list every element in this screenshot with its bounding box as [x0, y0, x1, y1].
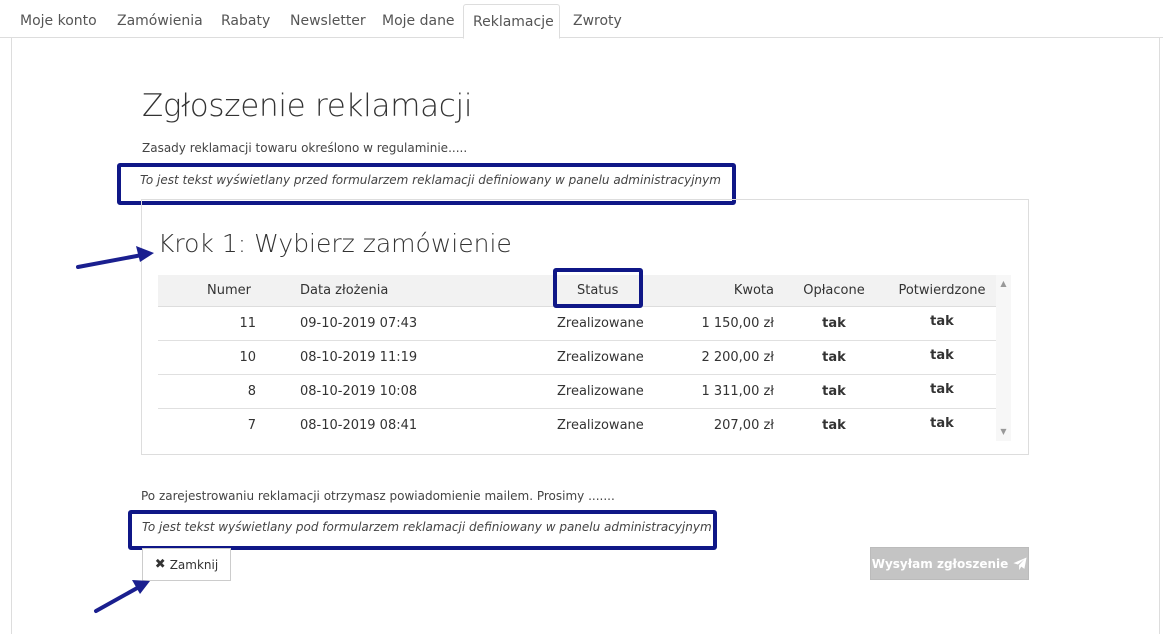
tab-moje-konto[interactable]: Moje konto [11, 4, 106, 38]
annotation-arrow-step [76, 246, 154, 269]
cell-status: Zrealizowane [557, 316, 644, 331]
tab-moje-dane[interactable]: Moje dane [373, 4, 464, 38]
close-button[interactable]: ✖ Zamknij [142, 548, 231, 581]
tab-newsletter[interactable]: Newsletter [281, 4, 375, 38]
header-paid: Opłacone [803, 283, 865, 298]
highlight-box-status [553, 268, 643, 308]
header-number: Numer [207, 283, 251, 298]
page-title: Zgłoszenie reklamacji [142, 88, 473, 124]
tab-zamowienia[interactable]: Zamówienia [108, 4, 212, 38]
scroll-up-icon[interactable]: ▲ [996, 277, 1011, 291]
cell-amount: 1 311,00 zł [701, 384, 774, 399]
close-button-label: Zamknij [169, 557, 219, 572]
send-button-label: Wysyłam zgłoszenie [871, 556, 1009, 571]
annotation-arrow-close [94, 580, 150, 613]
header-date: Data złożenia [300, 283, 389, 298]
after-registration-text: Po zarejestrowaniu reklamacji otrzymasz … [141, 489, 615, 503]
cell-paid: tak [822, 350, 846, 365]
cell-number: 11 [239, 316, 256, 331]
table-row[interactable]: 10 08-10-2019 11:19 Zrealizowane 2 200,0… [158, 341, 996, 375]
cell-confirmed: tak [930, 348, 954, 363]
cell-confirmed: tak [930, 382, 954, 397]
cell-date: 08-10-2019 11:19 [300, 350, 418, 365]
send-complaint-button[interactable]: Wysyłam zgłoszenie [870, 547, 1029, 580]
cell-amount: 207,00 zł [713, 418, 774, 433]
cell-amount: 1 150,00 zł [701, 316, 774, 331]
cell-paid: tak [822, 384, 846, 399]
cell-status: Zrealizowane [557, 384, 644, 399]
cell-confirmed: tak [930, 416, 954, 431]
scroll-down-icon[interactable]: ▼ [996, 425, 1011, 439]
cell-amount: 2 200,00 zł [701, 350, 774, 365]
table-row[interactable]: 11 09-10-2019 07:43 Zrealizowane 1 150,0… [158, 307, 996, 341]
paper-plane-icon [1013, 556, 1027, 570]
cell-number: 8 [247, 384, 256, 399]
tab-reklamacje[interactable]: Reklamacje [463, 4, 560, 39]
cell-paid: tak [822, 316, 846, 331]
header-confirmed: Potwierdzone [898, 283, 986, 298]
cell-confirmed: tak [930, 314, 954, 329]
tab-zwroty[interactable]: Zwroty [564, 4, 631, 38]
cell-number: 10 [239, 350, 256, 365]
cell-status: Zrealizowane [557, 418, 644, 433]
account-tabs: Moje konto Zamówienia Rabaty Newsletter … [0, 0, 1163, 39]
cell-number: 7 [247, 418, 256, 433]
cell-date: 09-10-2019 07:43 [300, 316, 418, 331]
table-row[interactable]: 8 08-10-2019 10:08 Zrealizowane 1 311,00… [158, 375, 996, 409]
times-icon: ✖ [154, 557, 166, 572]
step-title: Krok 1: Wybierz zamówienie [158, 229, 512, 258]
cell-date: 08-10-2019 08:41 [300, 418, 418, 433]
cell-status: Zrealizowane [557, 350, 644, 365]
cell-paid: tak [822, 418, 846, 433]
table-row[interactable]: 7 08-10-2019 08:41 Zrealizowane 207,00 z… [158, 409, 996, 443]
cell-date: 08-10-2019 10:08 [300, 384, 418, 399]
table-scrollbar[interactable]: ▲ ▼ [996, 275, 1011, 441]
intro-text: Zasady reklamacji towaru określono w reg… [142, 141, 468, 155]
tab-rabaty[interactable]: Rabaty [212, 4, 279, 38]
header-amount: Kwota [733, 283, 774, 298]
highlight-box-after-text [128, 510, 717, 550]
